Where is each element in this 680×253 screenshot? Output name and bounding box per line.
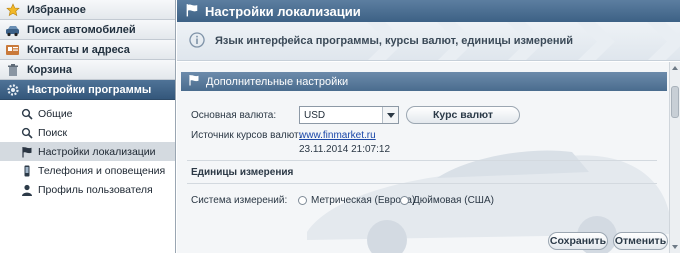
rates-source-label: Источник курсов валют: [191, 130, 302, 141]
measurement-system-label: Система измерений: [191, 195, 288, 206]
vertical-scrollbar[interactable] [669, 62, 680, 253]
category-label: Настройки программы [27, 83, 152, 96]
trash-icon [5, 63, 21, 77]
cancel-button[interactable]: Отменить [613, 232, 668, 250]
category-label: Контакты и адреса [27, 43, 130, 56]
rates-update-date: 23.11.2014 21:07:12 [299, 144, 391, 155]
settings-content: Дополнительные настройки Основная валюта… [177, 62, 669, 253]
base-currency-value: USD [304, 109, 326, 121]
category-contacts[interactable]: Контакты и адреса [0, 40, 175, 60]
chevron-decoration [647, 22, 680, 60]
page-description: Язык интерфейса программы, курсы валют, … [215, 35, 574, 47]
info-icon [189, 31, 205, 51]
radio-circle[interactable] [400, 196, 409, 205]
base-currency-label: Основная валюта: [191, 110, 277, 121]
save-button[interactable]: Сохранить [548, 232, 608, 250]
radio-metric[interactable]: Метрическая (Европа) [298, 195, 415, 206]
nav-item-label: Телефония и оповещения [38, 164, 166, 177]
category-settings[interactable]: Настройки программы [0, 80, 175, 100]
category-car-search[interactable]: Поиск автомобилей [0, 20, 175, 40]
magnifier-icon [20, 126, 33, 139]
nav-item-telephony[interactable]: Телефония и оповещения [0, 161, 175, 180]
car-watermark [307, 150, 669, 253]
flag-icon [188, 74, 200, 89]
page-header: Настройки локализации [177, 0, 680, 22]
contacts-icon [5, 43, 21, 57]
nav-item-label: Профиль пользователя [38, 183, 153, 196]
base-currency-select[interactable]: USD [299, 106, 399, 124]
nav-item-label: Поиск [38, 126, 68, 139]
magnifier-icon [20, 107, 33, 120]
user-icon [20, 183, 33, 196]
car-search-icon [5, 23, 21, 37]
page-title: Настройки локализации [205, 3, 361, 19]
category-label: Поиск автомобилей [27, 23, 136, 36]
scroll-down-icon[interactable] [672, 245, 678, 249]
divider [187, 160, 657, 161]
category-trash[interactable]: Корзина [0, 60, 175, 80]
nav-item-profile[interactable]: Профиль пользователя [0, 180, 175, 199]
chevron-down-icon[interactable] [382, 107, 398, 123]
flag-icon [20, 145, 33, 158]
category-label: Корзина [27, 63, 72, 76]
scrollbar-thumb[interactable] [671, 86, 679, 118]
radio-imperial[interactable]: Дюймовая (США) [400, 195, 494, 206]
nav-item-general[interactable]: Общие [0, 104, 175, 123]
units-section-title: Единицы измерения [191, 167, 294, 178]
nav-item-label: Общие [38, 107, 73, 120]
phone-icon [20, 164, 33, 177]
main-panel: Настройки локализации Язык интерфейса пр… [177, 0, 680, 253]
description-banner: Язык интерфейса программы, курсы валют, … [177, 22, 680, 61]
divider [187, 183, 657, 184]
chevron-decoration [577, 22, 615, 60]
nav-item-search[interactable]: Поиск [0, 123, 175, 142]
star-icon [5, 2, 21, 17]
flag-icon [185, 3, 199, 20]
category-favorites[interactable]: Избранное [0, 0, 175, 20]
scroll-up-icon[interactable] [672, 66, 678, 70]
section-title: Дополнительные настройки [206, 75, 349, 88]
radio-imperial-label: Дюймовая (США) [413, 195, 494, 206]
nav-item-localization[interactable]: Настройки локализации [0, 142, 175, 161]
rates-source-link[interactable]: www.finmarket.ru [299, 130, 376, 141]
nav-item-label: Настройки локализации [38, 145, 156, 158]
radio-circle[interactable] [298, 196, 307, 205]
sidebar: Избранное Поиск автомобилей Контакты и а… [0, 0, 176, 253]
exchange-rates-button[interactable]: Курс валют [406, 106, 520, 124]
section-header[interactable]: Дополнительные настройки [181, 72, 667, 91]
settings-gear-icon [5, 83, 21, 97]
category-label: Избранное [27, 3, 86, 16]
